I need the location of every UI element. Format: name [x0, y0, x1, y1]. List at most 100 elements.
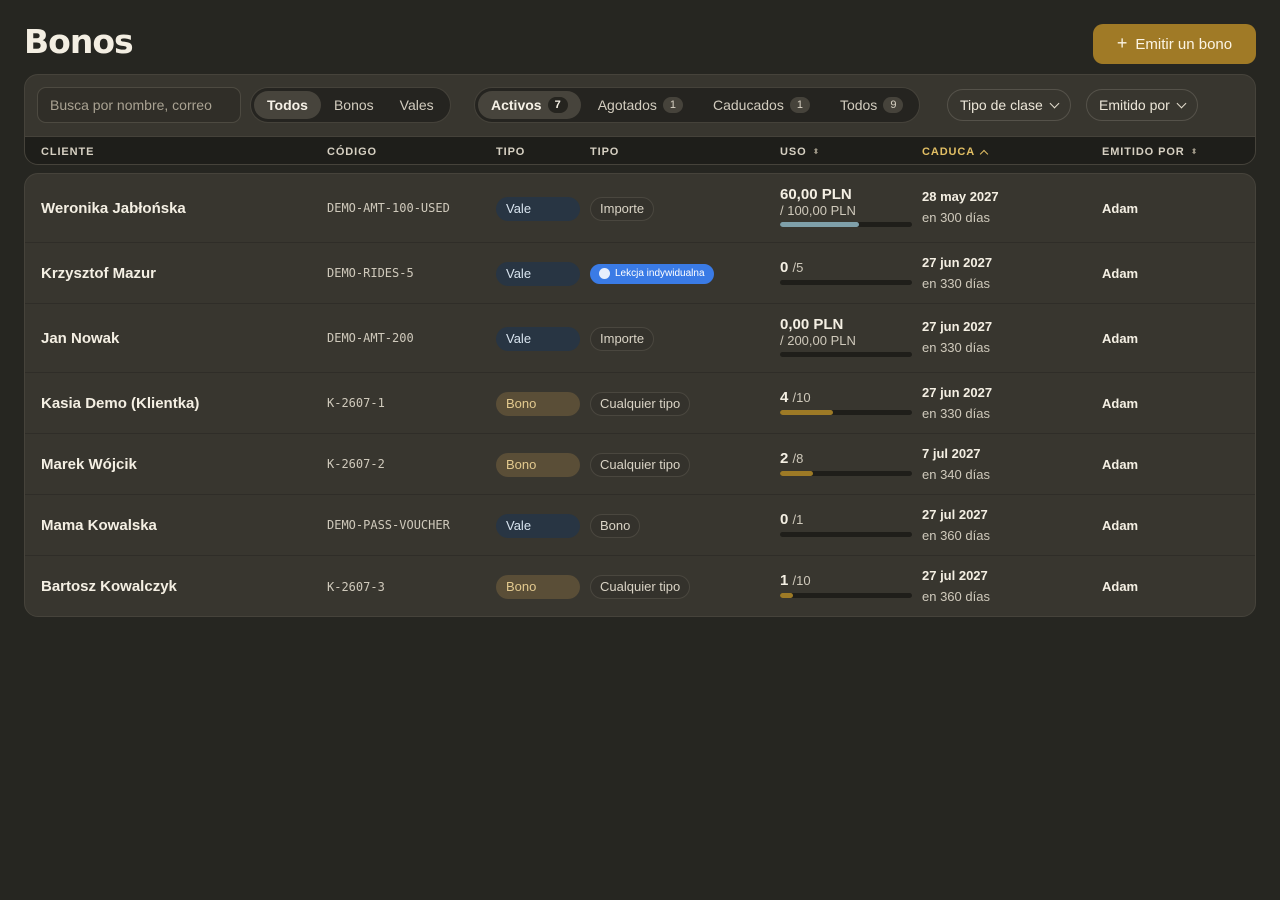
column-header-usage[interactable]: USO ⬍: [780, 137, 820, 164]
kind-badge: Vale: [496, 261, 580, 286]
usage-progress-bar: [780, 280, 912, 285]
table-row[interactable]: Marek Wójcik K-2607-2 Bono Cualquier tip…: [25, 434, 1255, 495]
count-badge: 7: [547, 97, 568, 113]
tab-kind-all[interactable]: Todos: [254, 91, 321, 119]
kind-badge: Bono: [496, 574, 580, 599]
usage-value: 0 /5: [780, 259, 803, 276]
column-label: USO: [780, 146, 807, 158]
usage-cell: 0 /1: [780, 511, 912, 537]
usage-used: 0,00 PLN: [780, 316, 844, 333]
issued-by: Adam: [1102, 517, 1139, 533]
filter-bar: Busca por nombre, correo Todos Bonos Val…: [25, 75, 1255, 136]
column-label: EMITIDO POR: [1102, 146, 1185, 158]
issued-by: Adam: [1102, 579, 1139, 594]
sort-ascending-icon: [979, 149, 989, 158]
count-badge: 1: [789, 97, 810, 113]
usage-progress-fill: [780, 593, 794, 598]
usage-progress-bar: [780, 410, 912, 415]
expiry-date: 27 jun 2027: [922, 319, 993, 334]
chevron-down-icon: [1176, 98, 1187, 108]
expiry-date: 27 jun 2027: [922, 255, 993, 270]
usage-progress-bar: [780, 471, 912, 476]
client-name: Weronika Jabłońska: [41, 199, 186, 217]
tab-status-expired[interactable]: Caducados 1: [700, 91, 823, 119]
tab-label: Agotados: [597, 97, 657, 113]
kind-badge: Vale: [496, 196, 580, 221]
column-header-kind[interactable]: TIPO: [496, 137, 525, 164]
table-row[interactable]: Weronika Jabłońska DEMO-AMT-100-USED Val…: [25, 174, 1255, 243]
usage-used: 2: [780, 450, 789, 467]
usage-progress-bar: [780, 352, 912, 357]
class-type-dropdown[interactable]: Tipo de clase: [947, 89, 1071, 121]
usage-value: 60,00 PLN: [780, 186, 852, 203]
expiry-relative: en 330 días: [922, 340, 990, 355]
issued-by: Adam: [1102, 330, 1139, 346]
table-row[interactable]: Krzysztof Mazur DEMO-RIDES-5 Vale Lekcja…: [25, 243, 1255, 304]
expiry-date: 27 jul 2027: [922, 568, 988, 583]
issued-by-dropdown[interactable]: Emitido por: [1086, 89, 1198, 121]
column-header-type[interactable]: TIPO: [590, 137, 620, 164]
issue-voucher-button[interactable]: + Emitir un bono: [1093, 24, 1256, 64]
usage-value: 4 /10: [780, 389, 811, 406]
usage-progress-fill: [780, 222, 860, 227]
tab-kind-vales[interactable]: Vales: [387, 91, 447, 119]
type-chip: Lekcja indywidualna: [590, 263, 714, 284]
column-label: TIPO: [590, 146, 620, 158]
expiry-relative: en 330 días: [922, 406, 990, 421]
search-input[interactable]: Busca por nombre, correo: [37, 87, 241, 123]
table-row[interactable]: Kasia Demo (Klientka) K-2607-1 Bono Cual…: [25, 373, 1255, 434]
expiry-relative: en 360 días: [922, 589, 990, 604]
issued-by: Adam: [1102, 395, 1139, 411]
voucher-code: DEMO-AMT-100-USED: [327, 201, 450, 215]
voucher-code: K-2607-3: [327, 579, 385, 594]
tab-label: Activos: [491, 97, 542, 113]
expiry-date: 28 may 2027: [922, 189, 999, 204]
dropdown-label: Tipo de clase: [960, 97, 1043, 113]
client-name: Jan Nowak: [41, 329, 120, 347]
type-chip: Bono: [590, 513, 641, 538]
dropdown-label: Emitido por: [1099, 97, 1170, 113]
type-label: Cualquier tipo: [600, 457, 681, 472]
column-header-client[interactable]: CLIENTE: [41, 137, 94, 164]
vouchers-table: Weronika Jabłońska DEMO-AMT-100-USED Val…: [24, 173, 1256, 617]
usage-progress-bar: [780, 532, 912, 537]
type-label: Cualquier tipo: [600, 579, 681, 594]
tab-status-all[interactable]: Todos 9: [827, 91, 916, 119]
tab-status-active[interactable]: Activos 7: [478, 91, 581, 119]
expiry-date: 7 jul 2027: [922, 446, 981, 461]
expiry-relative: en 330 días: [922, 276, 990, 291]
table-row[interactable]: Bartosz Kowalczyk K-2607-3 Bono Cualquie…: [25, 556, 1255, 616]
column-header-expires[interactable]: CADUCA: [922, 137, 989, 164]
expiry-cell: 27 jun 2027 en 330 días: [922, 319, 992, 355]
chevron-down-icon: [1049, 98, 1060, 108]
kind-badge: Vale: [496, 513, 580, 538]
type-chip: Cualquier tipo: [590, 574, 691, 599]
usage-total: /10: [792, 390, 811, 405]
column-header-issued-by[interactable]: EMITIDO POR ⬍: [1102, 137, 1198, 164]
tab-kind-bonos[interactable]: Bonos: [321, 91, 387, 119]
table-row[interactable]: Jan Nowak DEMO-AMT-200 Vale Importe 0,00…: [25, 304, 1255, 373]
usage-total: /5: [792, 260, 804, 275]
search-placeholder: Busca por nombre, correo: [50, 97, 212, 113]
usage-used: 60,00 PLN: [780, 186, 852, 203]
usage-total: / 100,00 PLN: [780, 203, 856, 218]
usage-used: 1: [780, 572, 789, 589]
client-name: Marek Wójcik: [41, 455, 137, 473]
tab-status-depleted[interactable]: Agotados 1: [585, 91, 696, 119]
usage-progress-fill: [780, 410, 833, 415]
usage-value: 2 /8: [780, 450, 803, 467]
plus-icon: +: [1116, 33, 1128, 53]
kind-segmented-control: Todos Bonos Vales: [250, 87, 451, 123]
usage-value: 1 /10: [780, 572, 811, 589]
voucher-code: DEMO-PASS-VOUCHER: [327, 518, 450, 532]
expiry-date: 27 jun 2027: [922, 385, 993, 400]
column-label: CÓDIGO: [327, 146, 378, 158]
expiry-relative: en 360 días: [922, 528, 990, 543]
usage-total: /8: [792, 451, 804, 466]
page-title: Bonos: [24, 22, 134, 61]
column-header-code[interactable]: CÓDIGO: [327, 137, 378, 164]
table-row[interactable]: Mama Kowalska DEMO-PASS-VOUCHER Vale Bon…: [25, 495, 1255, 556]
expiry-cell: 27 jun 2027 en 330 días: [922, 385, 992, 421]
usage-cell: 1 /10: [780, 572, 912, 598]
kind-badge: Bono: [496, 452, 580, 477]
